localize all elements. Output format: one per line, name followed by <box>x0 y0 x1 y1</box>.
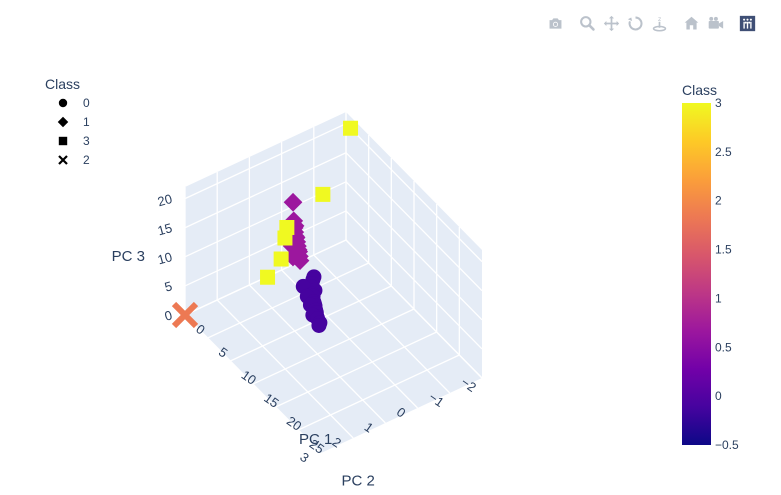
legend: Class 0 1 3 2 <box>45 76 90 167</box>
z-tick-label: 0 <box>163 307 174 323</box>
data-point-class-3[interactable] <box>260 269 276 285</box>
legend-symbol-0 <box>58 98 68 108</box>
z-axis-title: PC 3 <box>112 248 145 265</box>
colorbar-tick-label: 1.5 <box>715 243 732 257</box>
colorbar-gradient <box>682 103 711 445</box>
colorbar-tick-label: −0.5 <box>715 438 739 452</box>
legend-item-label[interactable]: 0 <box>83 96 90 110</box>
legend-symbol-3 <box>58 136 68 146</box>
colorbar: Class 3 2.5 2 1.5 1 0.5 0 −0.5 <box>682 82 739 452</box>
colorbar-tick-label: 1 <box>715 291 722 305</box>
data-point-class-3[interactable] <box>273 251 289 267</box>
legend-item-label[interactable]: 1 <box>83 115 90 129</box>
data-point-class-0[interactable] <box>311 317 327 333</box>
colorbar-tick-label: 2.5 <box>715 145 732 159</box>
legend-title: Class <box>45 76 80 92</box>
legend-item-label[interactable]: 2 <box>83 153 90 167</box>
scatter3d-plot[interactable]: 0510152025−2−1012305101520PC 1PC 2PC 3 C… <box>0 0 781 495</box>
data-point-class-3[interactable] <box>315 186 331 202</box>
legend-item-label[interactable]: 3 <box>83 134 90 148</box>
legend-symbol-2 <box>58 155 68 165</box>
x-axis-title: PC 1 <box>299 431 332 448</box>
colorbar-title: Class <box>682 82 717 98</box>
y-tick-label: 3 <box>297 449 312 465</box>
y-axis-title: PC 2 <box>342 473 375 490</box>
z-tick-label: 10 <box>156 249 174 267</box>
colorbar-tick-label: 0.5 <box>715 340 732 354</box>
z-tick-label: 5 <box>163 278 174 294</box>
colorbar-tick-label: 3 <box>715 96 722 110</box>
z-tick-label: 20 <box>156 191 174 209</box>
scene-3d[interactable]: 0510152025−2−1012305101520PC 1PC 2PC 3 <box>112 112 483 490</box>
data-point-class-3[interactable] <box>343 120 359 136</box>
data-point-class-3[interactable] <box>277 230 293 246</box>
legend-symbol-1 <box>57 116 69 128</box>
z-tick-label: 15 <box>156 220 174 238</box>
colorbar-tick-label: 2 <box>715 194 722 208</box>
colorbar-tick-label: 0 <box>715 389 722 403</box>
